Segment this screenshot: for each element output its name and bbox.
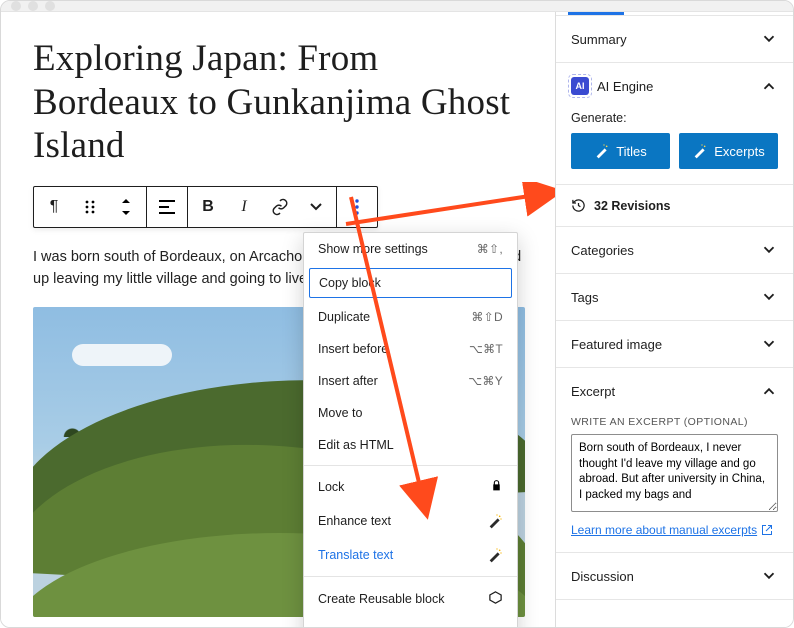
more-options-icon[interactable] <box>339 189 375 225</box>
link-icon[interactable] <box>262 189 298 225</box>
lock-icon <box>490 479 503 495</box>
history-icon <box>571 198 586 213</box>
italic-icon[interactable]: I <box>226 189 262 225</box>
excerpt-textarea[interactable] <box>571 434 778 512</box>
app-content: Exploring Japan: From Bordeaux to Gunkan… <box>1 12 793 628</box>
traffic-light-max[interactable] <box>45 1 55 11</box>
browser-window: Exploring Japan: From Bordeaux to Gunkan… <box>0 0 794 628</box>
panel-ai-engine: AIAI Engine Generate: Titles Excerpts <box>556 63 793 185</box>
move-up-down-icon[interactable] <box>108 189 144 225</box>
excerpt-field-label: WRITE AN EXCERPT (OPTIONAL) <box>571 416 778 428</box>
menu-insert-before[interactable]: Insert before⌥⌘T <box>304 333 517 365</box>
chevron-down-icon <box>760 241 778 259</box>
menu-copy-block[interactable]: Copy block <box>309 268 512 298</box>
wand-icon <box>594 143 610 159</box>
traffic-light-min[interactable] <box>28 1 38 11</box>
menu-enhance-text[interactable]: Enhance text <box>304 504 517 538</box>
chevron-up-icon <box>760 382 778 400</box>
panel-tags: Tags <box>556 274 793 321</box>
chevron-down-icon <box>760 30 778 48</box>
editor-area: Exploring Japan: From Bordeaux to Gunkan… <box>1 12 555 628</box>
panel-excerpt: Excerpt WRITE AN EXCERPT (OPTIONAL) Lear… <box>556 368 793 553</box>
drag-handle-icon[interactable] <box>72 189 108 225</box>
ai-engine-icon: AI <box>571 77 589 95</box>
wand-icon <box>487 513 503 529</box>
chevron-up-icon <box>760 77 778 95</box>
panel-summary: Summary <box>556 16 793 63</box>
menu-move-to[interactable]: Move to <box>304 397 517 429</box>
learn-more-link[interactable]: Learn more about manual excerpts <box>571 523 773 537</box>
generate-titles-button[interactable]: Titles <box>571 133 670 169</box>
window-titlebar <box>1 1 793 12</box>
wand-icon <box>692 143 708 159</box>
panel-discussion: Discussion <box>556 553 793 600</box>
panel-categories: Categories <box>556 227 793 274</box>
bold-icon[interactable]: B <box>190 189 226 225</box>
generate-label: Generate: <box>571 111 778 125</box>
menu-translate-text[interactable]: Translate text <box>304 538 517 572</box>
menu-group[interactable]: Group <box>304 617 517 628</box>
generate-excerpts-button[interactable]: Excerpts <box>679 133 778 169</box>
external-link-icon <box>761 524 773 536</box>
menu-duplicate[interactable]: Duplicate⌘⇧D <box>304 301 517 333</box>
block-toolbar: ¶ B I <box>33 186 378 228</box>
panel-featured-image: Featured image <box>556 321 793 368</box>
chevron-down-icon <box>760 567 778 585</box>
revisions-row[interactable]: 32 Revisions <box>556 185 793 227</box>
traffic-light-close[interactable] <box>11 1 21 11</box>
block-options-menu: Show more settings⌘⇧, Copy block Duplica… <box>303 232 518 628</box>
settings-sidebar: Summary AIAI Engine Generate: Titles Exc… <box>555 12 793 628</box>
post-title[interactable]: Exploring Japan: From Bordeaux to Gunkan… <box>33 37 525 168</box>
menu-show-more-settings[interactable]: Show more settings⌘⇧, <box>304 233 517 265</box>
wand-icon <box>487 547 503 563</box>
chevron-down-icon <box>760 288 778 306</box>
chevron-down-icon <box>760 335 778 353</box>
menu-insert-after[interactable]: Insert after⌥⌘Y <box>304 365 517 397</box>
menu-edit-html[interactable]: Edit as HTML <box>304 429 517 461</box>
menu-lock[interactable]: Lock <box>304 470 517 504</box>
menu-create-reusable[interactable]: Create Reusable block <box>304 581 517 617</box>
paragraph-block-icon[interactable]: ¶ <box>36 189 72 225</box>
chevron-down-icon[interactable] <box>298 189 334 225</box>
reusable-icon <box>488 590 503 608</box>
align-icon[interactable] <box>149 189 185 225</box>
